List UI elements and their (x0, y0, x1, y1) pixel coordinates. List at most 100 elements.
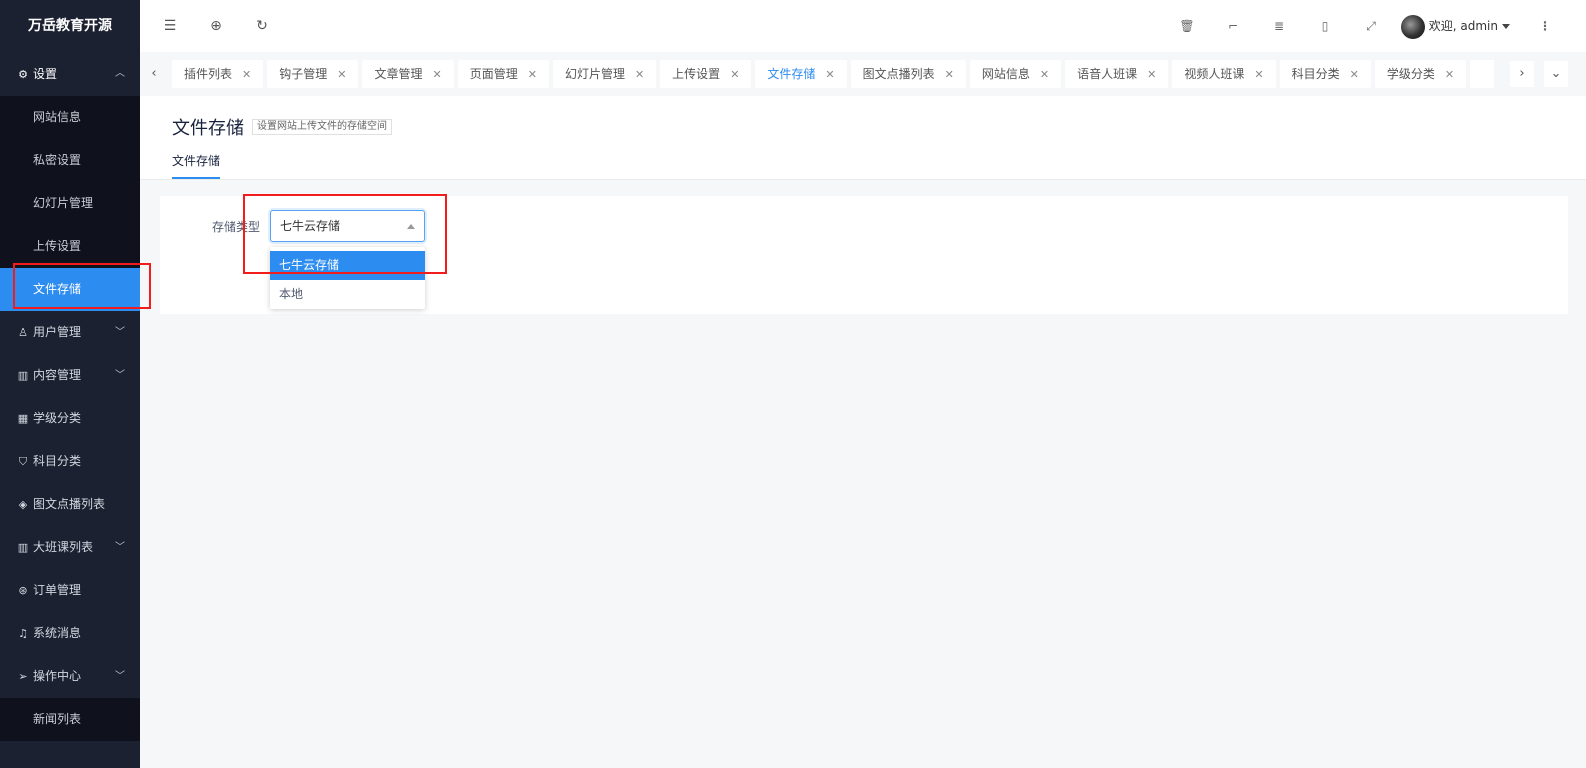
sidebar-item-settings[interactable]: ⚙ 设置 ︿ (0, 52, 140, 96)
align-icon[interactable]: ≣ (1270, 17, 1288, 35)
sidebar-item-users[interactable]: ♙ 用户管理 ﹀ (0, 311, 140, 354)
sidebar-item-private-settings[interactable]: 私密设置 (0, 139, 140, 182)
chevron-down-icon: ﹀ (115, 327, 125, 338)
option-qiniu[interactable]: 七牛云存储 (270, 251, 425, 280)
close-icon[interactable]: ✕ (528, 68, 537, 81)
sidebar-item-messages[interactable]: ♫ 系统消息 (0, 612, 140, 655)
sidebar-item-grade[interactable]: ▦ 学级分类 (0, 397, 140, 440)
sidebar-item-label: 系统消息 (33, 626, 82, 640)
settings-submenu: 网站信息 私密设置 幻灯片管理 上传设置 文件存储 (0, 96, 140, 311)
gear-icon: ⚙ (18, 68, 28, 81)
option-local[interactable]: 本地 (270, 280, 425, 309)
sidebar-item-label: 操作中心 (33, 669, 82, 683)
tab-label: 视频人班课 (1184, 67, 1245, 81)
tab-upload-settings[interactable]: 上传设置 ✕ (660, 60, 752, 88)
user-menu[interactable]: 欢迎, admin (1400, 14, 1510, 39)
sidebar-item-file-storage[interactable]: 文件存储 (0, 268, 140, 311)
tab-label: 网站信息 (981, 67, 1030, 81)
close-icon[interactable]: ✕ (337, 68, 346, 81)
sidebar-item-upload-settings[interactable]: 上传设置 (0, 225, 140, 268)
storage-type-dropdown: 七牛云存储 本地 (270, 247, 425, 309)
tab-subject[interactable]: 科目分类 ✕ (1279, 60, 1371, 88)
sidebar-item-label: 科目分类 (33, 454, 82, 468)
sidebar-item-class[interactable]: ▥ 大班课列表 ﹀ (0, 526, 140, 569)
page-title: 文件存储 (172, 118, 244, 139)
sidebar-item-news[interactable]: 新闻列表 (0, 698, 140, 741)
form-card: 存储类型 七牛云存储 七牛云存储 本地 (160, 196, 1568, 314)
page-header: 文件存储 设置网站上传文件的存储空间 文件存储 (140, 96, 1586, 180)
tab-voice-class[interactable]: 语音人班课 ✕ (1065, 60, 1169, 88)
close-icon[interactable]: ✕ (242, 68, 251, 81)
chevron-up-icon: ︿ (115, 68, 125, 79)
tab-plugins[interactable]: 插件列表 ✕ (172, 60, 264, 88)
tab-label: 页面管理 (469, 67, 518, 81)
close-icon[interactable]: ✕ (635, 68, 644, 81)
tab-label: 文件存储 (767, 67, 816, 81)
tab-label: 语音人班课 (1077, 67, 1138, 81)
tab-file-storage[interactable]: 文件存储 ✕ (755, 60, 847, 88)
close-icon[interactable]: ✕ (1445, 68, 1454, 81)
tab-label: 钩子管理 (279, 67, 328, 81)
tab-label: 上传设置 (672, 67, 721, 81)
sidebar: 万岳教育开源 ⚙ 设置 ︿ 网站信息 私密设置 幻灯片管理 上传设置 文件存储 ♙… (0, 0, 140, 768)
storage-type-label: 存储类型 (212, 220, 261, 234)
tab-pages[interactable]: 页面管理 ✕ (457, 60, 549, 88)
close-icon[interactable]: ✕ (1254, 68, 1263, 81)
caret-down-icon (1502, 24, 1510, 29)
tab-site-info[interactable]: 网站信息 ✕ (969, 60, 1062, 88)
sidebar-item-vod[interactable]: ◈ 图文点播列表 (0, 483, 140, 526)
document-icon[interactable]: ▯ (1316, 17, 1334, 35)
sidebar-item-orders[interactable]: ⊛ 订单管理 (0, 569, 140, 612)
more-vertical-icon[interactable]: ⋮ (1536, 17, 1554, 35)
page-description: 设置网站上传文件的存储空间 (252, 119, 392, 135)
sidebar-item-operations[interactable]: ➢ 操作中心 ﹀ (0, 655, 140, 698)
tab-label: 文章管理 (374, 67, 423, 81)
close-icon[interactable]: ✕ (1147, 68, 1156, 81)
storage-type-value: 七牛云存储 (280, 219, 341, 233)
sidebar-item-content[interactable]: ▥ 内容管理 ﹀ (0, 354, 140, 397)
globe-icon[interactable]: ⊕ (206, 16, 226, 36)
image-icon: ◈ (18, 498, 28, 511)
tab-video-class[interactable]: 视频人班课 ✕ (1172, 60, 1276, 88)
tab-label: 幻灯片管理 (564, 67, 625, 81)
chevron-up-icon (407, 224, 415, 229)
tab-hooks[interactable]: 钩子管理 ✕ (267, 60, 359, 88)
send-icon: ➢ (18, 670, 28, 683)
close-icon[interactable]: ✕ (1350, 68, 1359, 81)
tabs-scroll-left-icon[interactable]: ‹ (142, 61, 166, 87)
close-icon[interactable]: ✕ (432, 68, 441, 81)
sidebar-item-label: 用户管理 (33, 325, 82, 339)
shield-icon: ⛉ (18, 455, 28, 468)
page-tab-file-storage[interactable]: 文件存储 (172, 152, 221, 179)
tab-label: 学级分类 (1386, 67, 1435, 81)
close-icon[interactable]: ✕ (1040, 68, 1049, 81)
sidebar-item-slides[interactable]: 幻灯片管理 (0, 182, 140, 225)
tab-grade[interactable]: 学级分类 ✕ (1374, 60, 1467, 88)
fullscreen-icon[interactable]: ⤢ (1362, 17, 1380, 35)
book-icon: ▥ (17, 541, 29, 554)
sidebar-item-label: 订单管理 (33, 583, 82, 597)
tab-vod[interactable]: 图文点播列表 ✕ (850, 60, 966, 88)
close-icon[interactable]: ✕ (730, 68, 739, 81)
close-icon[interactable]: ✕ (825, 68, 834, 81)
sidebar-item-subject[interactable]: ⛉ 科目分类 (0, 440, 140, 483)
chevron-down-icon: ﹀ (115, 370, 125, 381)
book-icon: ▥ (17, 369, 29, 382)
sidebar-item-site-info[interactable]: 网站信息 (0, 96, 140, 139)
tabs-dropdown-icon[interactable]: ⌄ (1544, 61, 1568, 87)
trash-icon[interactable]: 🗑 (1178, 17, 1196, 35)
tab-partial[interactable] (1470, 60, 1494, 88)
menu-collapse-icon[interactable]: ☰ (160, 16, 180, 36)
close-icon[interactable]: ✕ (945, 68, 954, 81)
crop-icon[interactable]: ⌐ (1224, 17, 1242, 35)
tab-label: 科目分类 (1291, 67, 1340, 81)
tab-slides[interactable]: 幻灯片管理 ✕ (552, 60, 657, 88)
tab-articles[interactable]: 文章管理 ✕ (362, 60, 454, 88)
tabs-scroll-right-icon[interactable]: › (1510, 61, 1534, 87)
sidebar-item-label: 图文点播列表 (33, 497, 106, 511)
sidebar-item-label: 学级分类 (33, 411, 82, 425)
refresh-icon[interactable]: ↻ (252, 16, 272, 36)
storage-type-select[interactable]: 七牛云存储 (270, 210, 425, 242)
user-greeting: 欢迎, admin (1428, 19, 1498, 33)
sidebar-item-label: 大班课列表 (33, 540, 94, 554)
